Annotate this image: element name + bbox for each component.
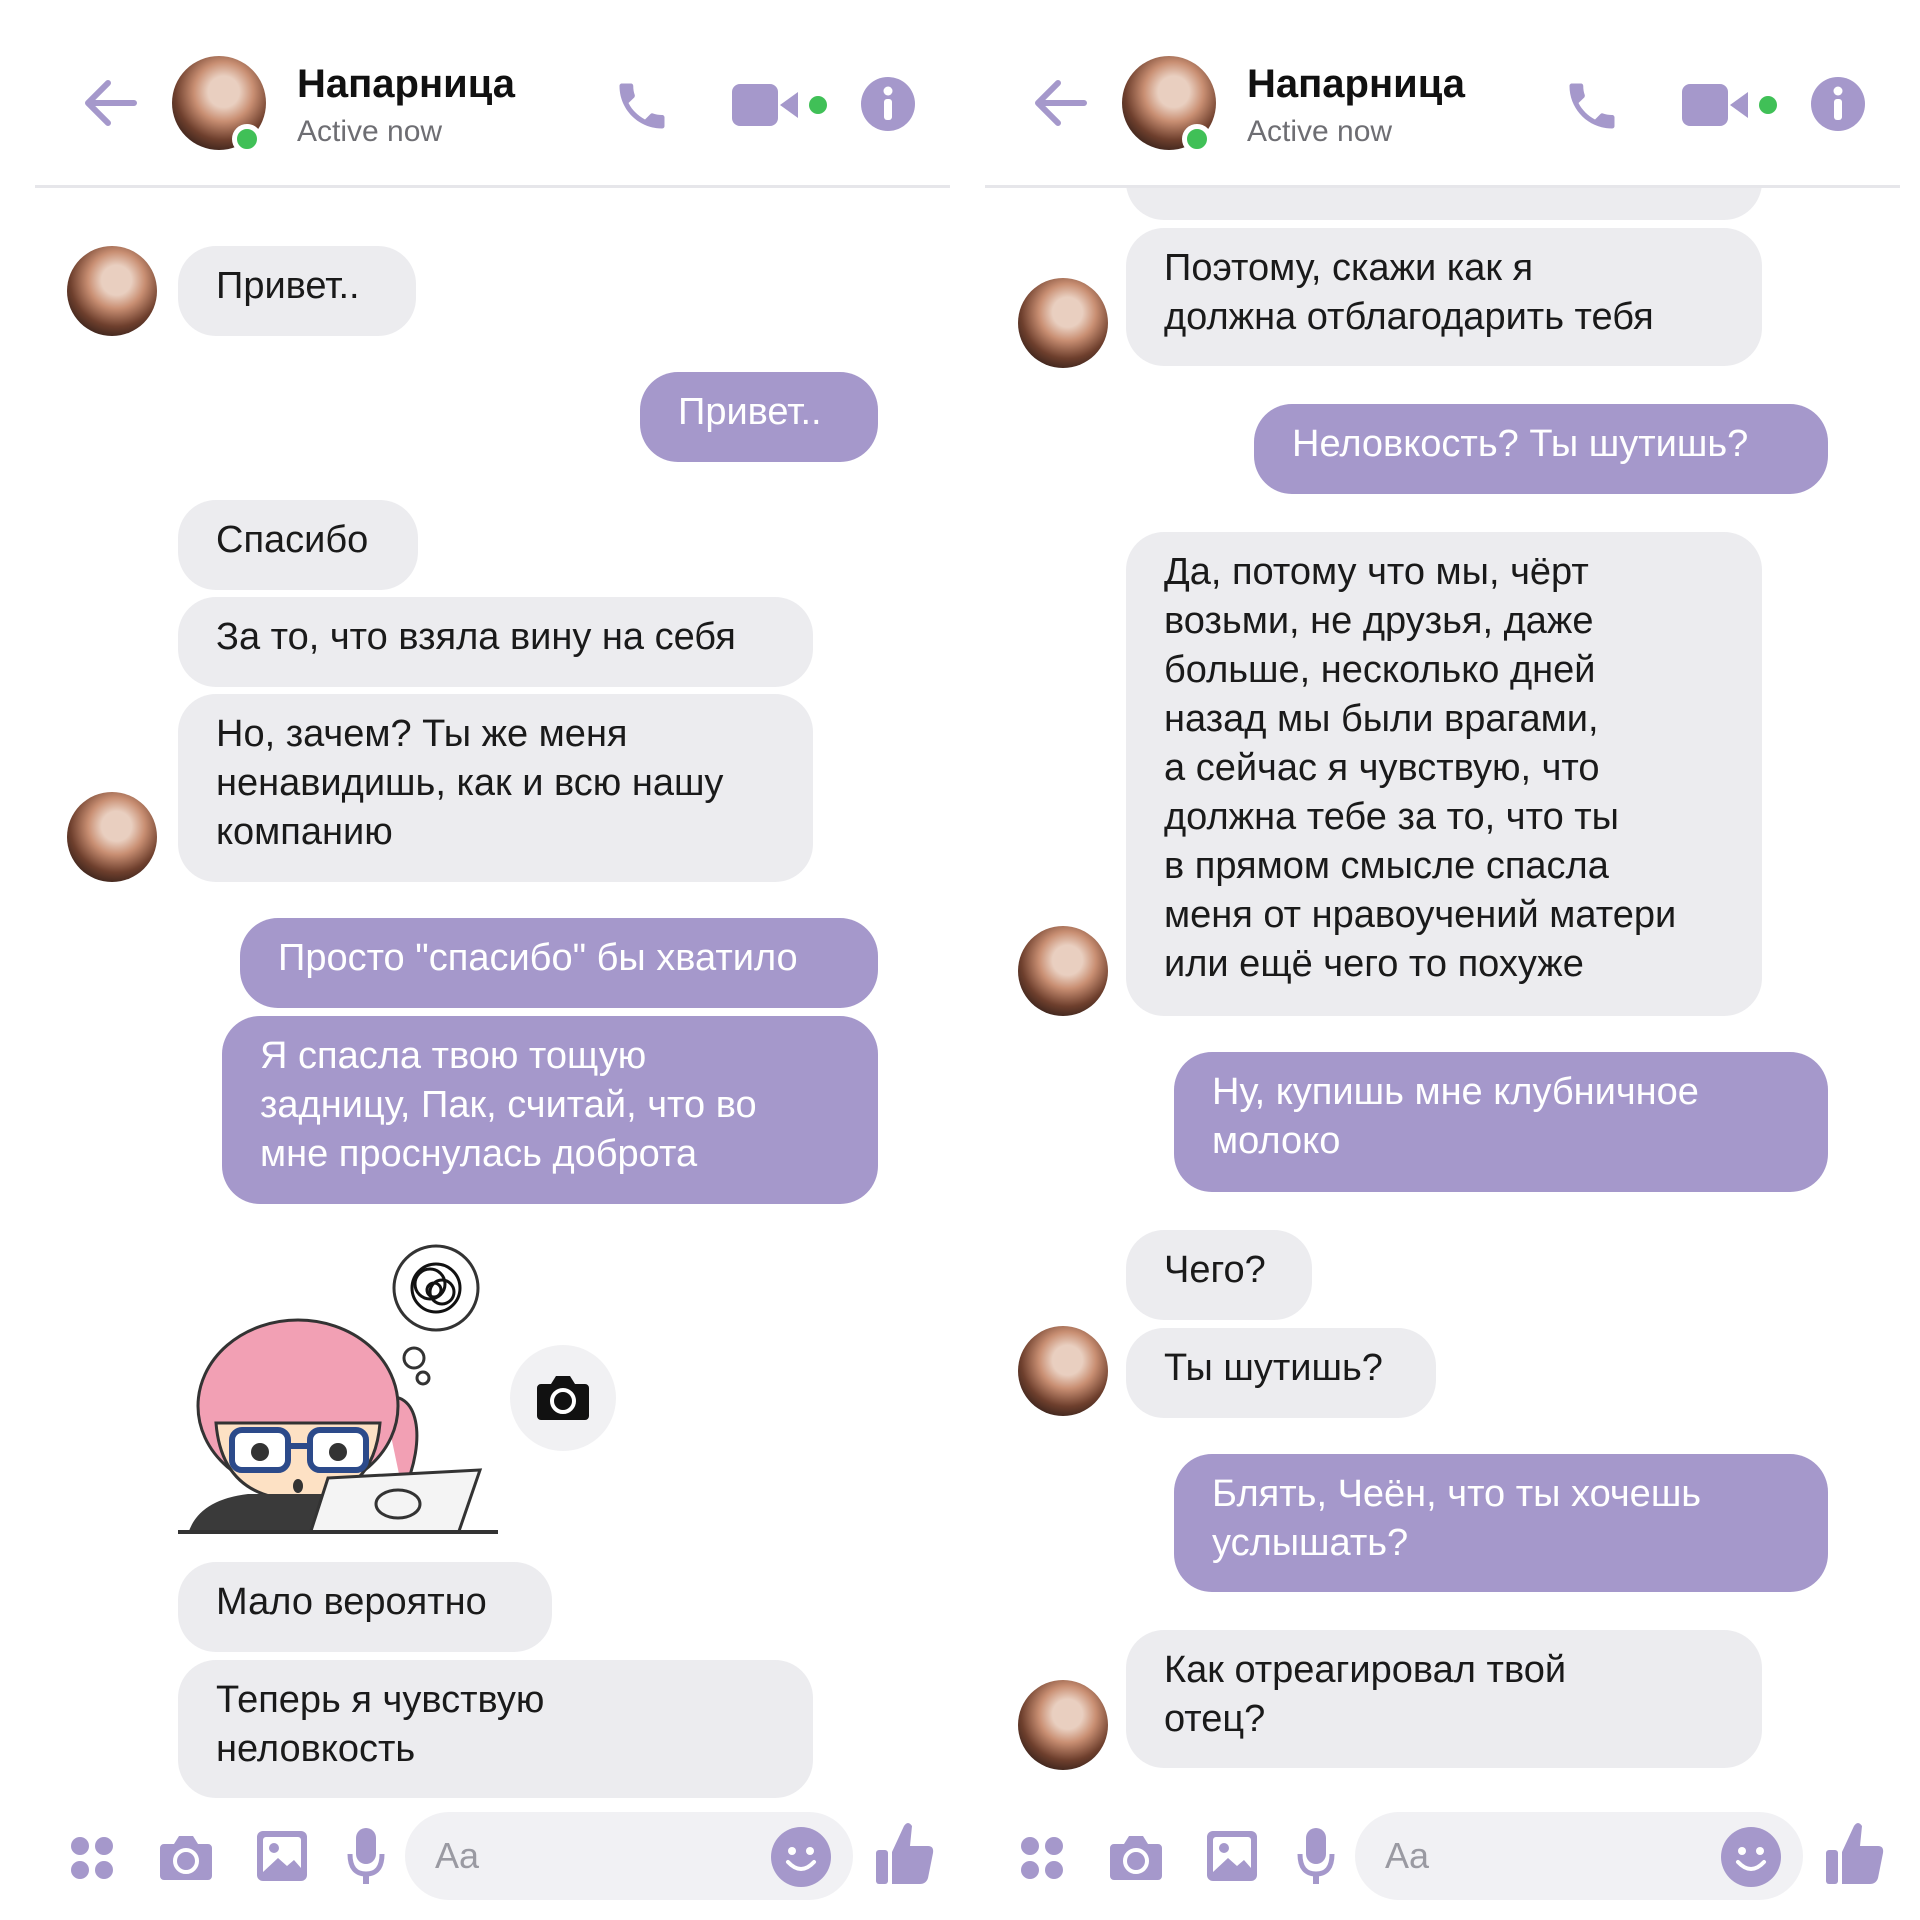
phone-icon[interactable]: [1562, 76, 1622, 136]
online-indicator: [232, 124, 262, 154]
message-incoming: Но, зачем? Ты же меня ненавидишь, как и …: [178, 694, 813, 882]
chat-screen-left: Напарница Active now Привет.. Привет.. С…: [0, 0, 960, 1920]
save-image-button[interactable]: [510, 1345, 616, 1451]
avatar: [1018, 1680, 1108, 1770]
message-incoming: Да, потому что мы, чёрт возьми, не друзь…: [1126, 532, 1762, 1016]
message-incoming: Поэтому, скажи как я должна отблагодарит…: [1126, 228, 1762, 366]
microphone-icon[interactable]: [1296, 1826, 1336, 1888]
contact-name[interactable]: Напарница: [1247, 62, 1465, 107]
contact-status: Active now: [1247, 115, 1393, 148]
info-icon[interactable]: [1810, 76, 1866, 132]
avatar: [1018, 926, 1108, 1016]
camera-icon: [537, 1376, 589, 1420]
camera-icon[interactable]: [156, 1832, 216, 1884]
message-incoming: Теперь я чувствую неловкость: [178, 1660, 813, 1798]
avatar: [1018, 1326, 1108, 1416]
message-incoming: Мало вероятно: [178, 1562, 552, 1652]
image-icon[interactable]: [1204, 1828, 1260, 1884]
online-indicator: [1182, 124, 1212, 154]
emoji-icon[interactable]: [770, 1826, 832, 1888]
message-incoming: Ты шутишь?: [1126, 1328, 1436, 1418]
avatar: [67, 792, 157, 882]
image-icon[interactable]: [254, 1828, 310, 1884]
message-outgoing: Привет..: [640, 372, 878, 462]
header-divider: [35, 185, 950, 188]
camera-icon[interactable]: [1106, 1832, 1166, 1884]
message-incoming: Спасибо: [178, 500, 418, 590]
apps-grid-icon[interactable]: [68, 1834, 116, 1882]
message-outgoing: Неловкость? Ты шутишь?: [1254, 404, 1828, 494]
thumbs-up-icon[interactable]: [1824, 1820, 1886, 1886]
video-camera-icon[interactable]: [1680, 82, 1782, 128]
apps-grid-icon[interactable]: [1018, 1834, 1066, 1882]
message-incoming: Привет..: [178, 246, 416, 336]
avatar: [67, 246, 157, 336]
message-incoming: Как отреагировал твой отец?: [1126, 1630, 1762, 1768]
microphone-icon[interactable]: [346, 1826, 386, 1888]
info-icon[interactable]: [860, 76, 916, 132]
message-outgoing: Я спасла твою тощую задницу, Пак, считай…: [222, 1016, 878, 1204]
back-arrow-icon[interactable]: [80, 78, 138, 128]
girl-at-laptop-sticker[interactable]: [178, 1238, 498, 1534]
header-divider: [985, 185, 1900, 188]
video-camera-icon[interactable]: [730, 82, 832, 128]
message-incoming: Чего?: [1126, 1230, 1312, 1320]
contact-name[interactable]: Напарница: [297, 62, 515, 107]
message-outgoing: Просто "спасибо" бы хватило: [240, 918, 878, 1008]
emoji-icon[interactable]: [1720, 1826, 1782, 1888]
message-outgoing: Блять, Чеён, что ты хочешь услышать?: [1174, 1454, 1828, 1592]
chat-screen-right: неловкость Напарница Active now Поэтому,…: [960, 0, 1920, 1920]
message-incoming: За то, что взяла вину на себя: [178, 597, 813, 687]
contact-status: Active now: [297, 115, 443, 148]
avatar: [1018, 278, 1108, 368]
back-arrow-icon[interactable]: [1030, 78, 1088, 128]
message-outgoing: Ну, купишь мне клубничное молоко: [1174, 1052, 1828, 1192]
phone-icon[interactable]: [612, 76, 672, 136]
thumbs-up-icon[interactable]: [874, 1820, 936, 1886]
